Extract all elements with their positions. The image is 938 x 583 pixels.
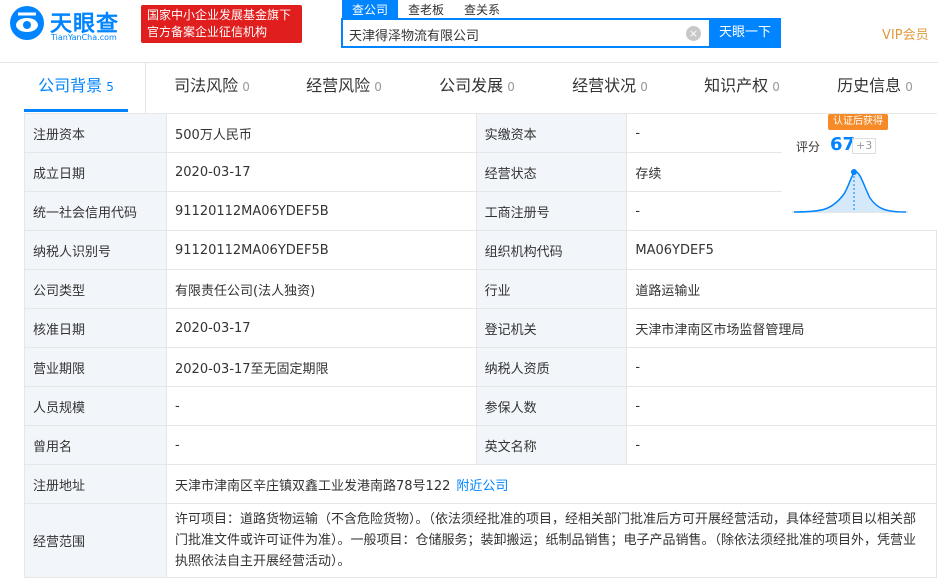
field-label: 英文名称 — [475, 425, 628, 465]
field-label: 成立日期 — [24, 152, 167, 192]
business-scope-value: 许可项目：道路货物运输（不含危险货物）。（依法须经批准的项目，经相关部门批准后方… — [166, 503, 937, 578]
score-delta: +3 — [852, 138, 877, 154]
tab-search-boss[interactable]: 查老板 — [398, 0, 454, 18]
tab-search-company[interactable]: 查公司 — [342, 0, 399, 18]
field-label: 登记机关 — [475, 308, 628, 348]
field-label: 经营范围 — [24, 503, 167, 578]
tab-label: 公司背景 — [38, 76, 103, 95]
field-value: 有限责任公司(法人独资) — [166, 269, 477, 309]
field-value: 500万人民币 — [166, 113, 477, 153]
field-value: 2020-03-17 — [166, 152, 477, 192]
field-value: - — [626, 425, 937, 465]
tab-label: 经营状况 — [572, 76, 637, 95]
address-row: 注册地址 天津市津南区辛庄镇双鑫工业发港南路78号122 附近公司 — [24, 464, 937, 504]
tab-count: 5 — [106, 80, 114, 94]
field-value: 道路运输业 — [626, 269, 937, 309]
table-row: 人员规模 - 参保人数 - — [24, 386, 937, 426]
field-value: - — [166, 425, 477, 465]
score-card[interactable]: 认证后获得 评分 67 +3 — [782, 114, 938, 230]
field-label: 纳税人识别号 — [24, 230, 167, 270]
field-label: 注册地址 — [24, 464, 167, 504]
tab-count: 0 — [242, 80, 250, 94]
certify-badge[interactable]: 认证后获得 — [828, 114, 888, 130]
field-label: 经营状态 — [475, 152, 628, 192]
clear-icon[interactable]: × — [686, 26, 701, 41]
tab-label: 知识产权 — [704, 76, 769, 95]
vip-link[interactable]: VIP会员 — [882, 24, 929, 43]
top-header: 天眼查 TianYanCha.com 国家中小企业发展基金旗下 官方备案企业征信… — [0, 0, 938, 60]
tab-judicial-risk[interactable]: 司法风险 0 — [160, 63, 264, 109]
field-label: 核准日期 — [24, 308, 167, 348]
tab-operation-risk[interactable]: 经营风险 0 — [292, 63, 396, 109]
address-value: 天津市津南区辛庄镇双鑫工业发港南路78号122 — [175, 478, 451, 494]
search-input[interactable] — [349, 24, 679, 44]
field-label: 营业期限 — [24, 347, 167, 387]
active-tab-indicator — [24, 109, 128, 112]
tianyancha-logo[interactable]: 天眼查 TianYanCha.com — [8, 4, 133, 44]
search-type-tabs: 查公司 查老板 查关系 — [342, 0, 510, 18]
tab-count: 0 — [374, 80, 382, 94]
table-row: 纳税人识别号 91120112MA06YDEF5B 组织机构代码 MA06YDEF5 — [24, 230, 937, 270]
field-value: 91120112MA06YDEF5B — [166, 230, 477, 270]
tab-history[interactable]: 历史信息 0 — [823, 63, 927, 109]
tab-count: 0 — [772, 80, 780, 94]
tab-company-background[interactable]: 公司背景 5 — [24, 63, 128, 109]
table-row: 曾用名 - 英文名称 - — [24, 425, 937, 465]
table-row: 核准日期 2020-03-17 登记机关 天津市津南区市场监督管理局 — [24, 308, 937, 348]
tab-count: 0 — [507, 80, 515, 94]
table-row: 营业期限 2020-03-17至无固定期限 纳税人资质 - — [24, 347, 937, 387]
address-value-cell: 天津市津南区辛庄镇双鑫工业发港南路78号122 附近公司 — [166, 464, 937, 504]
field-value: 2020-03-17 — [166, 308, 477, 348]
table-row: 公司类型 有限责任公司(法人独资) 行业 道路运输业 — [24, 269, 937, 309]
logo-eye-icon — [10, 6, 44, 40]
tab-label: 经营风险 — [306, 76, 371, 95]
field-value: 2020-03-17至无固定期限 — [166, 347, 477, 387]
field-value: 91120112MA06YDEF5B — [166, 191, 477, 231]
field-label: 统一社会信用代码 — [24, 191, 167, 231]
company-info-section: 注册资本 500万人民币 实缴资本 - 成立日期 2020-03-17 经营状态 存续 统一… — [0, 113, 938, 583]
field-value: - — [166, 386, 477, 426]
field-label: 公司类型 — [24, 269, 167, 309]
search-box: × 天眼一下 — [341, 18, 781, 48]
score-label: 评分 — [796, 140, 821, 154]
tab-search-relation[interactable]: 查关系 — [454, 0, 510, 18]
field-label: 人员规模 — [24, 386, 167, 426]
logo-subtitle: TianYanCha.com — [51, 33, 117, 42]
field-value: MA06YDEF5 — [626, 230, 937, 270]
field-value: - — [626, 347, 937, 387]
scope-row: 经营范围 许可项目：道路货物运输（不含危险货物）。（依法须经批准的项目，经相关部门… — [24, 503, 937, 578]
gov-badge-line2: 官方备案企业征信机构 — [147, 25, 268, 39]
tab-label: 司法风险 — [174, 76, 239, 95]
gov-badge-line1: 国家中小企业发展基金旗下 — [147, 8, 292, 22]
score-distribution-chart — [792, 169, 908, 213]
field-value: 天津市津南区市场监督管理局 — [626, 308, 937, 348]
field-label: 实缴资本 — [475, 113, 628, 153]
section-tabbar: 公司背景 5 司法风险 0 经营风险 0 公司发展 0 经营状况 0 知识产权 0 历史信息… — [0, 62, 938, 113]
field-label: 注册资本 — [24, 113, 167, 153]
tab-divider — [145, 63, 146, 113]
tab-count: 0 — [640, 80, 648, 94]
field-label: 工商注册号 — [475, 191, 628, 231]
tab-intellectual-property[interactable]: 知识产权 0 — [690, 63, 794, 109]
tab-label: 历史信息 — [837, 76, 902, 95]
nearby-companies-link[interactable]: 附近公司 — [456, 479, 508, 494]
gov-badge[interactable]: 国家中小企业发展基金旗下 官方备案企业征信机构 — [141, 5, 302, 43]
field-label: 组织机构代码 — [475, 230, 628, 270]
tab-company-development[interactable]: 公司发展 0 — [425, 63, 529, 109]
field-value: - — [626, 386, 937, 426]
field-label: 参保人数 — [475, 386, 628, 426]
field-label: 曾用名 — [24, 425, 167, 465]
tab-label: 公司发展 — [439, 76, 504, 95]
field-label: 纳税人资质 — [475, 347, 628, 387]
tab-operation-status[interactable]: 经营状况 0 — [558, 63, 662, 109]
field-label: 行业 — [475, 269, 628, 309]
tab-count: 0 — [905, 80, 913, 94]
search-button[interactable]: 天眼一下 — [709, 18, 781, 48]
